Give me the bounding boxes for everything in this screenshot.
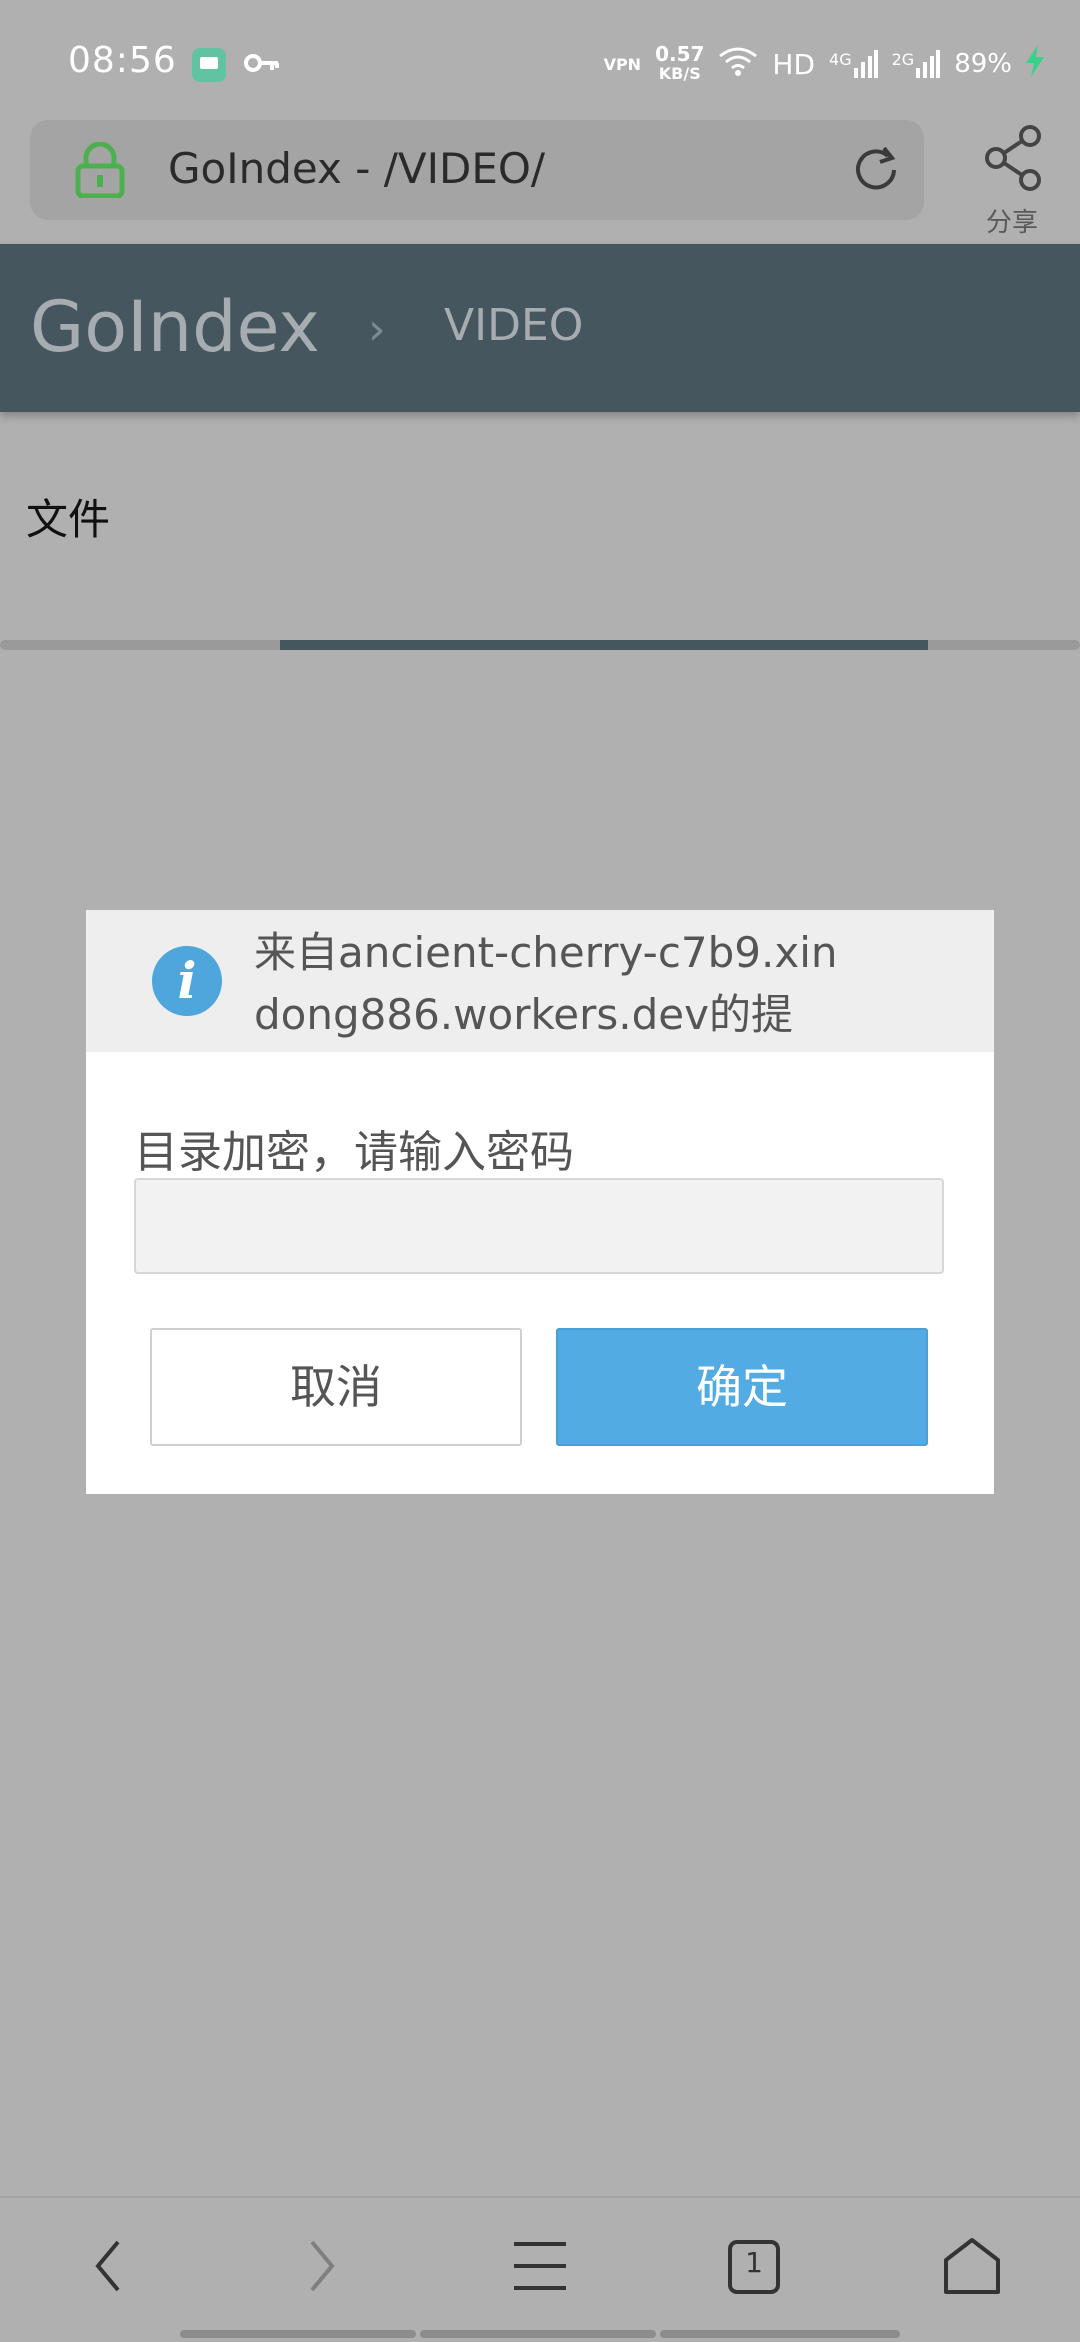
- reload-icon[interactable]: [848, 142, 904, 202]
- hd-indicator: HD: [772, 47, 816, 81]
- status-time: 08:56: [68, 40, 177, 81]
- browser-bottom-nav: 1: [0, 2196, 1080, 2342]
- signal-2g-icon: 2G: [892, 50, 941, 78]
- battery-level: 89%: [954, 49, 1012, 79]
- breadcrumb-chevron-icon: ›: [368, 304, 386, 355]
- wifi-icon: [718, 46, 758, 82]
- password-prompt-dialog: i 来自ancient-cherry-c7b9.xindong886.worke…: [86, 910, 994, 1494]
- network-speed: 0.57 KB/S: [655, 44, 704, 84]
- info-icon: i: [152, 946, 222, 1016]
- site-brand[interactable]: GoIndex: [30, 286, 320, 368]
- charging-icon: [1026, 45, 1044, 83]
- breadcrumb-video[interactable]: VIDEO: [444, 300, 583, 351]
- home-indicator-segment: [420, 2330, 656, 2338]
- back-arrow-icon: [88, 2236, 128, 2300]
- loading-progress-bar: [280, 640, 928, 650]
- back-button[interactable]: [58, 2228, 158, 2308]
- menu-icon: [512, 2240, 568, 2296]
- share-button[interactable]: 分享: [960, 118, 1080, 238]
- files-section-label: 文件: [26, 495, 111, 544]
- confirm-button[interactable]: 确定: [556, 1328, 928, 1446]
- home-icon: [942, 2236, 1002, 2300]
- address-bar[interactable]: GoIndex - /VIDEO/: [30, 120, 924, 220]
- tabs-icon: 1: [726, 2238, 782, 2298]
- lock-icon: [74, 141, 126, 202]
- tab-count: 1: [745, 2246, 763, 2279]
- network-type-1: 4G: [829, 50, 852, 69]
- dialog-header: i 来自ancient-cherry-c7b9.xindong886.worke…: [86, 910, 994, 1052]
- share-label: 分享: [985, 208, 1038, 238]
- home-indicator-segment: [660, 2330, 900, 2338]
- dialog-title: 来自ancient-cherry-c7b9.xindong886.workers…: [254, 928, 838, 1039]
- speed-value: 0.57: [655, 42, 705, 66]
- home-indicator-segment: [180, 2330, 416, 2338]
- forward-arrow-icon: [302, 2236, 342, 2300]
- menu-button[interactable]: [490, 2228, 590, 2308]
- site-header: GoIndex › VIDEO: [0, 244, 1080, 412]
- status-bar: 08:56 VPN 0.57 KB/S HD 4G 2G 89%: [0, 0, 1080, 120]
- tabs-button[interactable]: 1: [704, 2228, 804, 2308]
- vpn-icon: VPN: [603, 54, 642, 74]
- dialog-message: 目录加密，请输入密码: [134, 1127, 574, 1178]
- page-title: GoIndex - /VIDEO/: [168, 144, 546, 193]
- share-icon: [972, 122, 1052, 196]
- key-icon: [244, 50, 280, 80]
- forward-button[interactable]: [272, 2228, 372, 2308]
- network-type-2: 2G: [891, 50, 915, 69]
- password-input[interactable]: [134, 1178, 944, 1274]
- home-button[interactable]: [922, 2228, 1022, 2308]
- speed-unit: KB/S: [658, 64, 701, 83]
- signal-4g-icon: 4G: [829, 50, 878, 78]
- cancel-button[interactable]: 取消: [150, 1328, 522, 1446]
- status-indicators: VPN 0.57 KB/S HD 4G 2G 89%: [604, 44, 1044, 84]
- message-app-icon: [192, 48, 226, 82]
